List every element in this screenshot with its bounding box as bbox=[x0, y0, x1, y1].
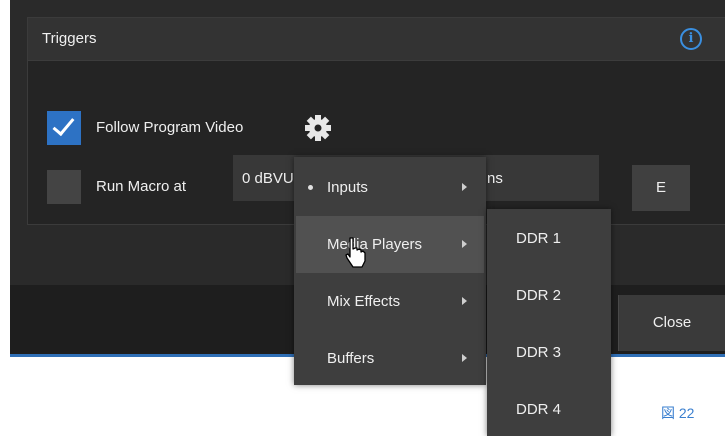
panel-header: Triggers i bbox=[28, 18, 725, 61]
follow-program-label: Follow Program Video bbox=[96, 119, 244, 136]
menu-item-label: Mix Effects bbox=[327, 293, 401, 310]
follow-program-checkbox[interactable] bbox=[47, 111, 81, 145]
menu-item-buffers[interactable]: Buffers bbox=[294, 330, 486, 387]
menu-item-mix-effects[interactable]: Mix Effects bbox=[294, 273, 486, 330]
submenu-item-ddr1[interactable]: DDR 1 bbox=[487, 209, 611, 266]
submenu-arrow-icon bbox=[462, 183, 467, 191]
submenu-item-label: DDR 2 bbox=[516, 287, 562, 304]
hand-cursor-icon bbox=[345, 237, 366, 268]
menu-item-label: Buffers bbox=[327, 350, 375, 367]
menu-item-label: Media Players bbox=[327, 236, 423, 253]
menu-item-media-players[interactable]: Media Players bbox=[296, 216, 484, 273]
submenu-arrow-icon bbox=[462, 297, 467, 305]
context-menu: Inputs Media Players Mix Effects Buffers bbox=[294, 157, 486, 385]
info-icon[interactable]: i bbox=[680, 28, 702, 50]
checkmark-icon bbox=[52, 112, 75, 137]
run-macro-label: Run Macro at bbox=[96, 178, 187, 195]
submenu-arrow-icon bbox=[462, 354, 467, 362]
submenu-arrow-icon bbox=[462, 240, 467, 248]
trigger-level-tail: ns bbox=[487, 170, 503, 187]
menu-item-inputs[interactable]: Inputs bbox=[294, 159, 486, 216]
selected-bullet-icon bbox=[308, 185, 313, 190]
gear-icon[interactable] bbox=[304, 114, 332, 142]
submenu-item-ddr4[interactable]: DDR 4 bbox=[487, 380, 611, 436]
submenu-item-ddr2[interactable]: DDR 2 bbox=[487, 266, 611, 323]
close-button[interactable]: Close bbox=[618, 295, 725, 351]
run-macro-checkbox[interactable] bbox=[47, 170, 81, 204]
menu-item-label: Inputs bbox=[327, 179, 368, 196]
edit-button[interactable]: E bbox=[632, 165, 690, 211]
panel-title: Triggers bbox=[42, 30, 97, 47]
submenu-item-ddr3[interactable]: DDR 3 bbox=[487, 323, 611, 380]
trigger-level-value: 0 dBVU bbox=[242, 170, 294, 187]
figure-label: 図 22 bbox=[661, 405, 695, 421]
submenu-item-label: DDR 4 bbox=[516, 401, 562, 418]
submenu-item-label: DDR 3 bbox=[516, 344, 562, 361]
media-players-submenu: DDR 1 DDR 2 DDR 3 DDR 4 bbox=[487, 209, 611, 436]
submenu-item-label: DDR 1 bbox=[516, 230, 562, 247]
